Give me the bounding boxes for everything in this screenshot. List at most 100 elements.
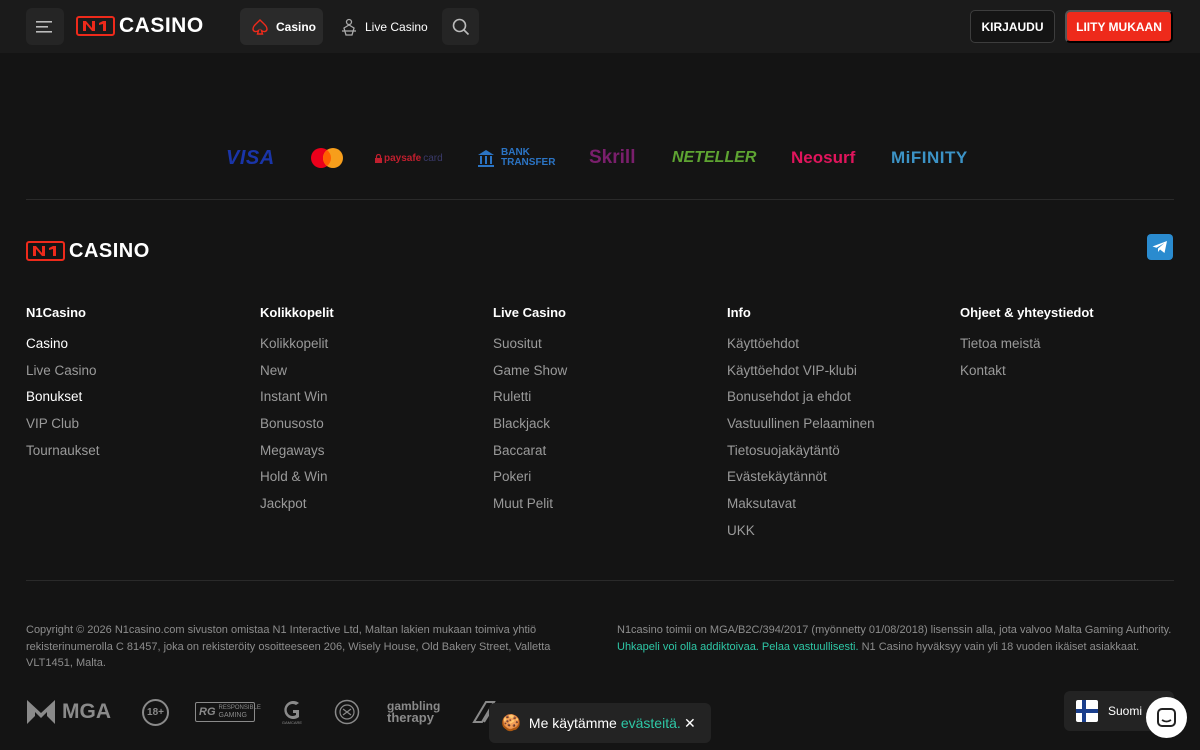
telegram-icon: [1152, 241, 1167, 253]
license-text-a: N1casino toimii on MGA/B2C/394/2017 (myö…: [617, 624, 1172, 636]
header-logo-text: CASINO: [119, 14, 204, 37]
payment-methods: VISA paysafe card BANK TRANSFER Skrill NET…: [0, 140, 1200, 176]
spade-icon: [252, 18, 268, 35]
menu-button[interactable]: [26, 8, 64, 45]
footer-link-bonukset[interactable]: Bonukset: [26, 388, 100, 415]
column-title: Kolikkopelit: [260, 305, 334, 320]
footer-link[interactable]: Hold & Win: [260, 468, 334, 495]
footer-link[interactable]: Bonusosto: [260, 415, 334, 442]
mastercard-logo: [309, 140, 345, 176]
bank-transfer-logo: BANK TRANSFER: [477, 140, 555, 176]
footer-link[interactable]: Ruletti: [493, 388, 567, 415]
footer-link-tournaukset[interactable]: Tournaukset: [26, 442, 100, 469]
nav-casino[interactable]: Casino: [240, 8, 323, 45]
paysafecard-text: paysafe: [384, 152, 422, 164]
paysafecard-logo: paysafe card: [375, 140, 443, 176]
n1-logo-icon: [76, 16, 115, 36]
gambling-therapy-badge[interactable]: gambling therapy: [387, 696, 440, 728]
neteller-logo: NETELLER: [672, 149, 757, 166]
hamburger-icon: [36, 21, 52, 33]
divider: [26, 199, 1174, 200]
divider: [26, 580, 1174, 581]
bank-icon: [478, 150, 494, 167]
footer-link[interactable]: Blackjack: [493, 415, 567, 442]
ecogra-badge[interactable]: [334, 696, 360, 728]
footer-link[interactable]: Pokeri: [493, 468, 567, 495]
footer-link-casino[interactable]: Casino: [26, 335, 100, 362]
age-18-text: 18+: [147, 706, 164, 718]
rg-line1: RESPONSIBLE: [218, 705, 261, 711]
rg-line2: GAMING: [218, 712, 247, 719]
gamcare-badge[interactable]: GAMCARE: [281, 696, 303, 728]
cookie-icon: 🍪: [501, 715, 521, 732]
chat-button[interactable]: [1146, 697, 1187, 738]
cookie-link[interactable]: evästeitä.: [621, 715, 681, 731]
seal-icon: [334, 699, 360, 725]
footer-link[interactable]: Kontakt: [960, 362, 1094, 389]
license-text: N1casino toimii on MGA/B2C/394/2017 (myö…: [617, 622, 1177, 655]
footer-link[interactable]: Evästekäytännöt: [727, 468, 875, 495]
gamcare-text: GAMCARE: [281, 719, 303, 725]
license-text-b: N1 Casino hyväksyy vain yli 18 vuoden ik…: [861, 640, 1140, 653]
search-icon: [452, 18, 470, 36]
copyright-text: Copyright © 2026 N1casino.com sivuston o…: [26, 624, 551, 669]
footer-link[interactable]: Baccarat: [493, 442, 567, 469]
visa-logo: VISA: [226, 146, 275, 169]
search-button[interactable]: [442, 8, 479, 45]
footer-logo[interactable]: CASINO: [26, 240, 150, 262]
footer-link-live-casino[interactable]: Live Casino: [26, 362, 100, 389]
footer-link[interactable]: Käyttöehdot: [727, 335, 875, 362]
telegram-button[interactable]: [1147, 234, 1173, 260]
footer-link[interactable]: Tietoa meistä: [960, 335, 1094, 362]
footer-link[interactable]: Suositut: [493, 335, 567, 362]
footer-link[interactable]: Jackpot: [260, 495, 334, 522]
mga-text: MGA: [62, 700, 111, 723]
age-18-badge[interactable]: 18+: [142, 696, 169, 728]
footer-link[interactable]: Vastuullinen Pelaaminen: [727, 415, 875, 442]
footer-link[interactable]: Instant Win: [260, 388, 334, 415]
footer-column-help: Ohjeet & yhteystiedot Tietoa meistä Kont…: [960, 305, 1094, 388]
n1-logo-icon: [26, 241, 65, 261]
column-title: Live Casino: [493, 305, 566, 320]
footer-link[interactable]: UKK: [727, 522, 875, 549]
column-title: Info: [727, 305, 751, 320]
top-header: CASINO Casino Live Casino KIRJAUDU LIITY…: [0, 0, 1200, 53]
mastercard-icon: [311, 148, 343, 168]
responsible-gaming-badge[interactable]: RG RESPONSIBLE GAMING: [195, 696, 261, 728]
footer-link-vip-club[interactable]: VIP Club: [26, 415, 100, 442]
footer-column-n1casino: N1Casino Casino Live Casino Bonukset VIP…: [26, 305, 100, 468]
column-title: N1Casino: [26, 305, 86, 320]
footer-link[interactable]: Muut Pelit: [493, 495, 567, 522]
footer-link[interactable]: Bonusehdot ja ehdot: [727, 388, 875, 415]
neosurf-logo: Neosurf: [791, 148, 856, 167]
responsible-gaming-link[interactable]: Uhkapeli voi olla addiktoivaa. Pelaa vas…: [617, 641, 859, 653]
join-button[interactable]: LIITY MUKAAN: [1065, 10, 1173, 43]
cookie-notice: 🍪 Me käytämme evästeitä. ✕: [489, 703, 711, 743]
gambling-therapy-line2: therapy: [387, 710, 434, 725]
skrill-logo: Skrill: [589, 147, 636, 168]
responsible-gaming-box: RG RESPONSIBLE GAMING: [195, 702, 261, 722]
footer-link[interactable]: Tietosuojakäytäntö: [727, 442, 875, 469]
header-logo[interactable]: CASINO: [76, 14, 204, 37]
mga-badge[interactable]: MGA: [26, 696, 111, 728]
gamcare-icon: [284, 700, 299, 719]
footer-column-live-casino: Live Casino Suositut Game Show Ruletti B…: [493, 305, 567, 522]
footer-column-kolikkopelit: Kolikkopelit Kolikkopelit New Instant Wi…: [260, 305, 334, 522]
footer-column-info: Info Käyttöehdot Käyttöehdot VIP-klubi B…: [727, 305, 875, 549]
language-label: Suomi: [1108, 704, 1143, 718]
nav-live-casino[interactable]: Live Casino: [331, 8, 441, 45]
dealer-icon: [342, 18, 356, 36]
footer-link[interactable]: Megaways: [260, 442, 334, 469]
rg-icon: RG: [199, 706, 216, 718]
footer-link[interactable]: Kolikkopelit: [260, 335, 334, 362]
lock-icon: [375, 153, 382, 163]
footer-link[interactable]: Käyttöehdot VIP-klubi: [727, 362, 875, 389]
login-button[interactable]: KIRJAUDU: [970, 10, 1055, 43]
footer-link[interactable]: Game Show: [493, 362, 567, 389]
footer-link[interactable]: New: [260, 362, 334, 389]
finland-flag-icon: [1076, 700, 1098, 722]
close-icon[interactable]: ✕: [684, 715, 696, 732]
footer-link[interactable]: Maksutavat: [727, 495, 875, 522]
nav-live-casino-label: Live Casino: [365, 19, 428, 34]
column-title: Ohjeet & yhteystiedot: [960, 305, 1094, 320]
